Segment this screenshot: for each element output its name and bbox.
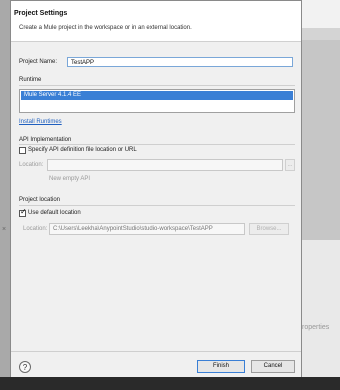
project-location-label: Location: (23, 226, 48, 232)
background-properties-tab-text: roperties (302, 324, 330, 331)
taskbar (0, 377, 340, 390)
cancel-button[interactable]: Cancel (251, 360, 295, 373)
dialog-title: Project Settings (14, 10, 68, 17)
help-icon[interactable]: ? (19, 361, 31, 373)
project-name-label: Project Name: (19, 59, 58, 65)
dialog-header: Project Settings Create a Mule project i… (11, 1, 301, 42)
checkmark-icon: ✓ (20, 207, 27, 216)
project-location-group-label: Project location (19, 197, 61, 203)
project-location-input[interactable]: C:\Users\Leekha\AnypointStudio\studio-wo… (49, 223, 245, 235)
project-name-input[interactable]: TestAPP (67, 57, 293, 67)
api-implementation-group-label: API Implementation (19, 137, 72, 143)
dialog-subtitle: Create a Mule project in the workspace o… (19, 25, 192, 31)
title-bar (11, 1, 301, 9)
runtime-list[interactable]: Mule Server 4.1.4 EE (19, 89, 295, 113)
project-settings-dialog: Project Settings Create a Mule project i… (10, 0, 302, 378)
background-right-bottom (302, 240, 340, 390)
runtime-list-item-selected[interactable]: Mule Server 4.1.4 EE (21, 91, 293, 100)
api-location-input[interactable] (47, 159, 283, 171)
finish-button[interactable]: Finish (197, 360, 245, 373)
api-browse-button[interactable]: ... (285, 159, 295, 171)
background-close-icon: × (2, 226, 7, 233)
specify-api-checkbox-label: Specify API definition file location or … (28, 147, 137, 153)
project-location-browse-button[interactable]: Browse... (249, 223, 289, 235)
project-location-separator (19, 205, 295, 206)
background-right-top (302, 0, 340, 28)
footer-separator (11, 351, 301, 352)
api-separator (19, 144, 295, 145)
background-left (0, 0, 10, 390)
new-empty-api-hint: New empty API (49, 176, 91, 182)
api-location-label: Location: (19, 162, 44, 168)
use-default-location-checkbox[interactable]: ✓ (19, 207, 27, 217)
runtime-group-label: Runtime (19, 77, 42, 83)
background-right-mid (302, 40, 340, 240)
use-default-location-label: Use default location (28, 210, 81, 216)
runtime-separator (19, 85, 295, 86)
specify-api-checkbox[interactable] (19, 147, 26, 154)
install-runtimes-link[interactable]: Install Runtimes (19, 119, 62, 125)
